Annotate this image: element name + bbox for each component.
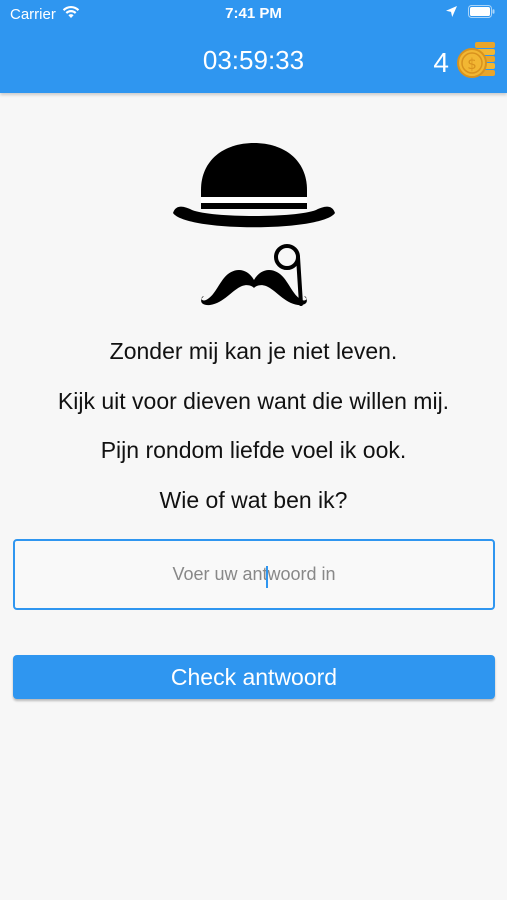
status-time: 7:41 PM	[225, 5, 282, 22]
riddle-line: Zonder mij kan je niet leven.	[109, 338, 398, 364]
location-arrow-icon	[445, 5, 458, 23]
battery-icon	[468, 5, 495, 23]
gentleman-mascot-icon	[172, 140, 336, 306]
answer-input[interactable]	[15, 541, 493, 608]
riddle-question: Wie of wat ben ik?	[159, 487, 348, 513]
svg-text:$: $	[467, 55, 477, 73]
coins-icon: $	[457, 40, 497, 85]
answer-field[interactable]	[13, 539, 495, 610]
text-caret	[266, 566, 268, 588]
check-answer-button[interactable]: Check antwoord	[13, 655, 495, 699]
riddle-line: Pijn rondom liefde voel ik ook.	[100, 437, 407, 463]
coin-count: 4	[433, 46, 449, 78]
countdown-timer: 03:59:33	[202, 45, 305, 75]
status-right	[445, 5, 495, 23]
riddle-line: Kijk uit voor dieven want die willen mij…	[57, 388, 450, 414]
coin-balance[interactable]: 4 $	[433, 40, 497, 85]
app-header: Carrier 7:41 PM 03:59:33 4 $	[0, 0, 507, 93]
